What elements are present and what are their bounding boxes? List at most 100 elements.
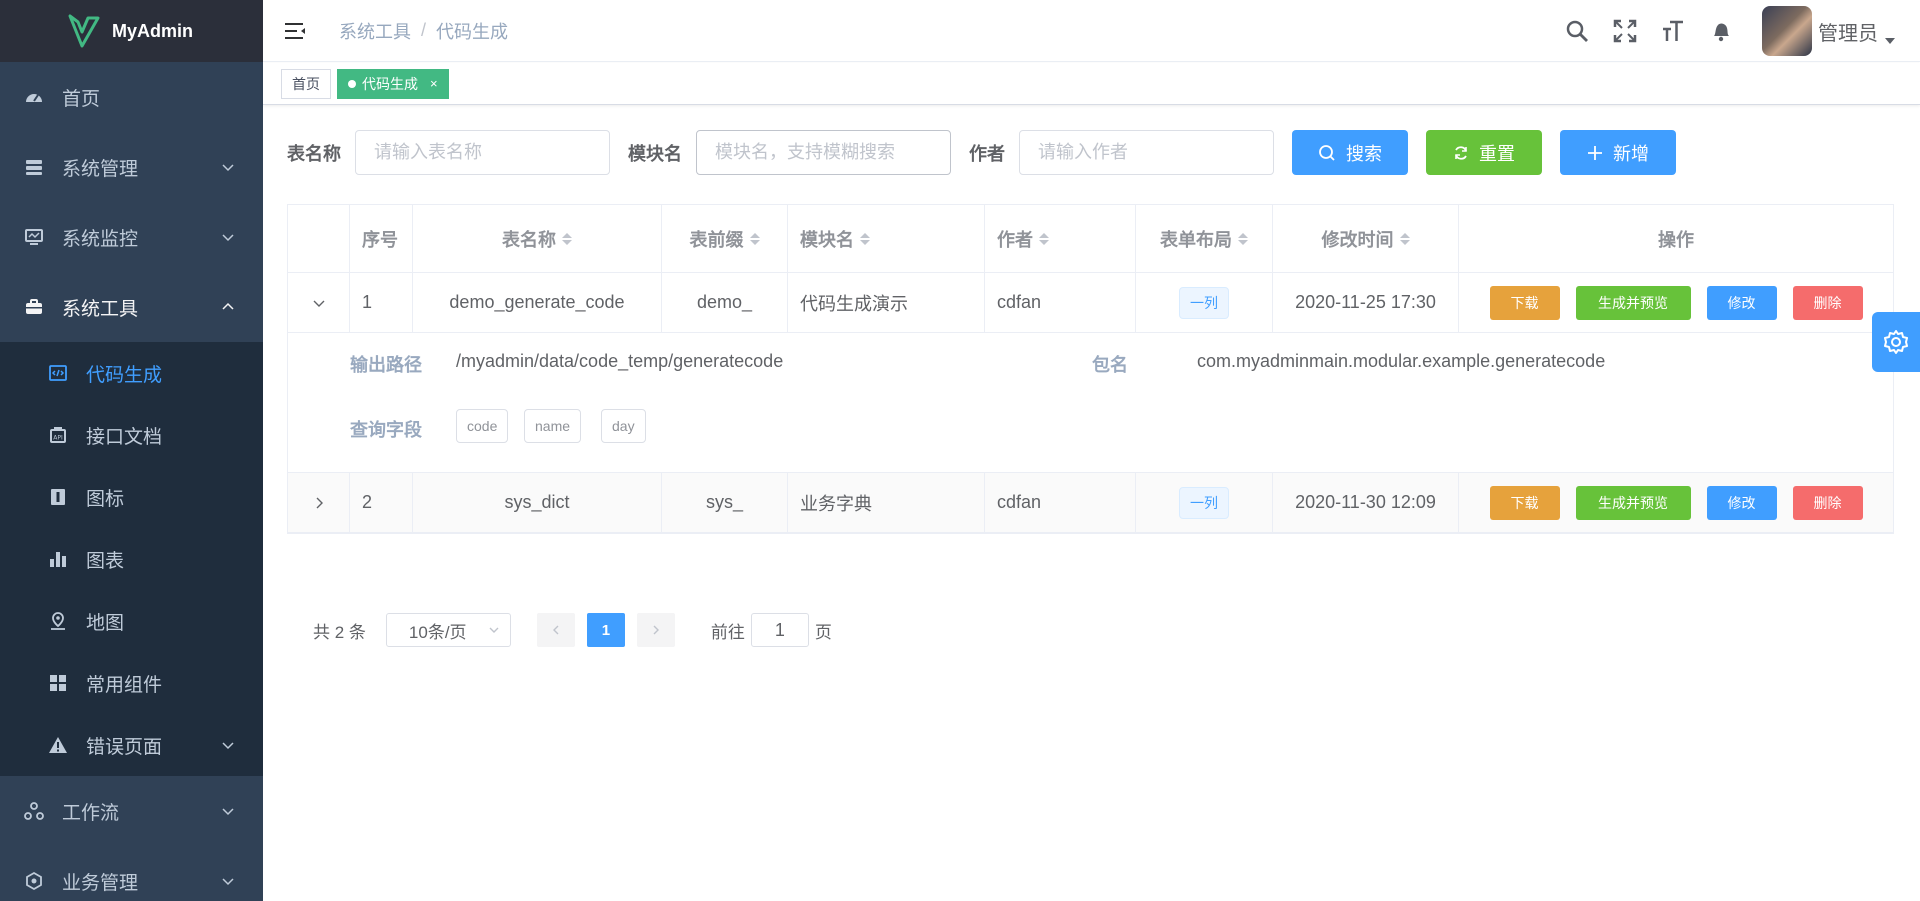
cell-module: 代码生成演示 xyxy=(788,273,985,332)
download-button[interactable]: 下载 xyxy=(1489,285,1560,320)
sidebar-item-home[interactable]: 首页 xyxy=(0,62,263,132)
sidebar-item-label: 图标 xyxy=(86,488,125,510)
author-input[interactable] xyxy=(1019,130,1274,175)
logo[interactable]: MyAdmin xyxy=(0,0,263,62)
sidebar-item-workflow[interactable]: 工作流 xyxy=(0,776,263,846)
navbar: 系统工具 / 代码生成 管理员 xyxy=(263,0,1920,62)
breadcrumb-item[interactable]: 系统工具 xyxy=(339,18,411,44)
breadcrumb-item: 代码生成 xyxy=(436,21,509,42)
search-button-label: 搜索 xyxy=(1346,143,1382,164)
hamburger-icon[interactable] xyxy=(283,19,307,43)
cell-op: 下载 生成并预览 修改 删除 xyxy=(1459,473,1893,532)
logo-icon xyxy=(68,14,100,48)
avatar[interactable] xyxy=(1762,6,1812,56)
page-number-button[interactable]: 1 xyxy=(586,613,625,647)
tags-view: 首页 代码生成 × xyxy=(263,63,1920,105)
sidebar-item-tools[interactable]: 系统工具 xyxy=(0,272,263,342)
monitor-icon xyxy=(24,227,44,247)
sidebar-item-system[interactable]: 系统管理 xyxy=(0,132,263,202)
business-icon xyxy=(24,871,44,891)
close-icon[interactable]: × xyxy=(430,76,438,91)
generate-preview-button[interactable]: 生成并预览 xyxy=(1575,285,1691,320)
header-label: 表单布局 xyxy=(1160,229,1232,250)
chevron-left-icon xyxy=(552,625,559,635)
header-label: 修改时间 xyxy=(1321,229,1394,250)
add-button-label: 新增 xyxy=(1613,143,1649,164)
tag-codegen[interactable]: 代码生成 × xyxy=(337,68,449,99)
add-button[interactable]: 新增 xyxy=(1560,130,1676,175)
chevron-down-icon xyxy=(489,627,499,633)
sidebar-item-label: 首页 xyxy=(62,88,101,110)
sidebar-item-codegen[interactable]: 代码生成 xyxy=(0,342,263,404)
sidebar-item-errors[interactable]: 错误页面 xyxy=(0,714,263,776)
goto-page-input[interactable]: 1 xyxy=(750,613,809,647)
header-layout[interactable]: 表单布局 xyxy=(1136,205,1273,272)
page-size-value: 10条/页 xyxy=(408,622,467,642)
sidebar-item-label: 工作流 xyxy=(62,802,120,824)
prev-page-button[interactable] xyxy=(536,613,575,647)
goto-suffix: 页 xyxy=(814,622,832,642)
header-time[interactable]: 修改时间 xyxy=(1273,205,1459,272)
next-page-button[interactable] xyxy=(636,613,675,647)
sidebar-item-map[interactable]: 地图 xyxy=(0,590,263,652)
sidebar-item-label: 图表 xyxy=(86,550,125,572)
page-size-select[interactable]: 10条/页 xyxy=(385,613,511,647)
chevron-down-icon xyxy=(222,878,234,886)
sort-icon[interactable] xyxy=(1238,232,1248,245)
header-name[interactable]: 表名称 xyxy=(413,205,662,272)
delete-button[interactable]: 删除 xyxy=(1792,285,1863,320)
sidebar-item-business[interactable]: 业务管理 xyxy=(0,846,263,901)
module-name-input[interactable] xyxy=(696,130,951,175)
cell-author: cdfan xyxy=(985,273,1136,332)
sidebar-item-icons[interactable]: 图标 xyxy=(0,466,263,528)
sort-icon[interactable] xyxy=(860,232,870,245)
goto-prefix: 前往 xyxy=(710,622,745,642)
icon-icon xyxy=(48,487,68,507)
header-prefix[interactable]: 表前缀 xyxy=(662,205,788,272)
cell-time: 2020-11-30 12:09 xyxy=(1273,473,1459,532)
reset-button[interactable]: 重置 xyxy=(1426,130,1542,175)
header-label: 表名称 xyxy=(502,229,556,250)
search-button[interactable]: 搜索 xyxy=(1292,130,1408,175)
field-tag: name xyxy=(524,409,582,443)
search-icon[interactable] xyxy=(1564,18,1590,44)
caret-down-icon[interactable] xyxy=(1884,35,1896,47)
header-module[interactable]: 模块名 xyxy=(788,205,985,272)
cell-time: 2020-11-25 17:30 xyxy=(1273,273,1459,332)
generate-preview-button[interactable]: 生成并预览 xyxy=(1575,485,1691,520)
plus-icon xyxy=(1588,145,1602,160)
edit-button[interactable]: 修改 xyxy=(1706,285,1777,320)
breadcrumb: 系统工具 / 代码生成 xyxy=(339,18,508,44)
output-path-value: /myadmin/data/code_temp/generatecode xyxy=(456,351,784,371)
sort-icon[interactable] xyxy=(562,232,572,245)
sort-icon[interactable] xyxy=(1039,232,1049,245)
edit-button[interactable]: 修改 xyxy=(1706,485,1777,520)
dashboard-icon xyxy=(24,87,44,107)
chevron-right-icon xyxy=(316,497,323,508)
component-icon xyxy=(48,673,68,693)
goto-page: 前往 1 页 xyxy=(711,613,832,647)
delete-button[interactable]: 删除 xyxy=(1792,485,1863,520)
table-name-input[interactable] xyxy=(355,130,610,175)
table-name-label: 表名称 xyxy=(287,143,341,164)
sidebar-item-monitor[interactable]: 系统监控 xyxy=(0,202,263,272)
header-author[interactable]: 作者 xyxy=(985,205,1136,272)
download-button[interactable]: 下载 xyxy=(1489,485,1560,520)
app-title: MyAdmin xyxy=(112,20,193,41)
sort-icon[interactable] xyxy=(749,232,760,245)
sidebar-item-components[interactable]: 常用组件 xyxy=(0,652,263,714)
sort-icon[interactable] xyxy=(1399,232,1410,245)
sidebar-item-label: 错误页面 xyxy=(86,736,163,758)
sidebar-item-apidoc[interactable]: API 接口文档 xyxy=(0,404,263,466)
font-size-icon[interactable] xyxy=(1660,18,1686,44)
username[interactable]: 管理员 xyxy=(1818,17,1878,46)
tag-home[interactable]: 首页 xyxy=(281,68,331,99)
expand-toggle[interactable] xyxy=(288,473,350,532)
fullscreen-icon[interactable] xyxy=(1612,18,1638,44)
sidebar-item-label: 业务管理 xyxy=(62,872,139,894)
sidebar-item-charts[interactable]: 图表 xyxy=(0,528,263,590)
expand-toggle[interactable] xyxy=(288,273,350,332)
notification-bell-icon[interactable] xyxy=(1708,18,1734,44)
settings-button[interactable] xyxy=(1872,312,1920,372)
refresh-icon xyxy=(1455,145,1467,160)
